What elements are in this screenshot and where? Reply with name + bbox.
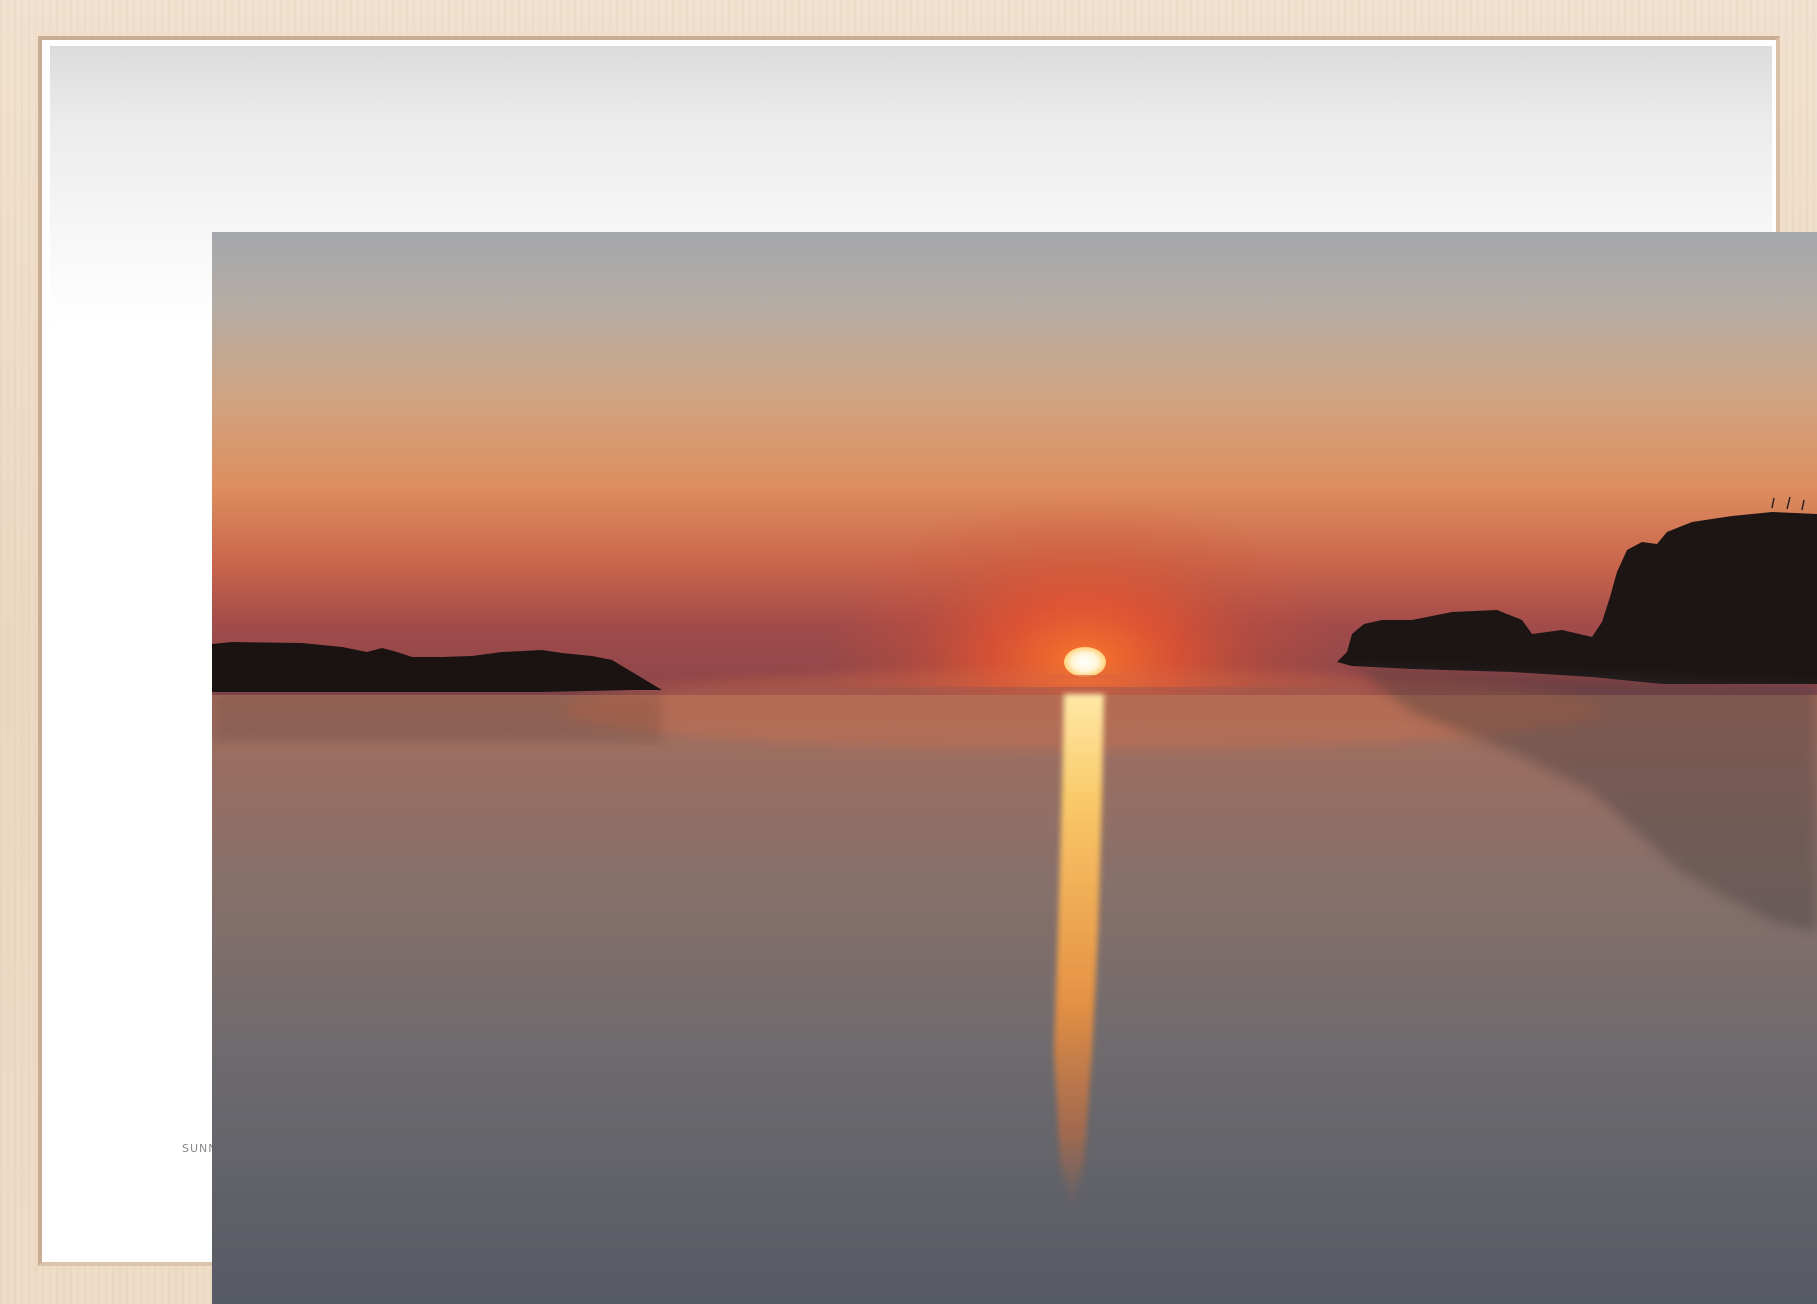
sea	[212, 695, 1817, 1304]
sunset-photo	[212, 232, 1817, 1304]
framed-print: SUNN	[0, 0, 1817, 1304]
sun	[1064, 647, 1106, 677]
